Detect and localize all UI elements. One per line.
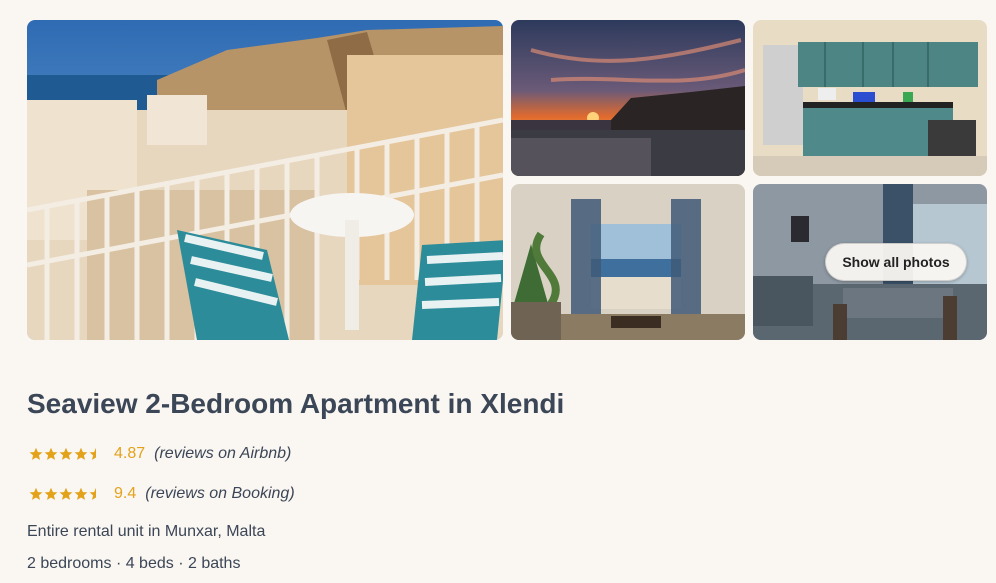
star-rating-icon <box>29 445 103 463</box>
star-icon-full <box>74 447 88 460</box>
rating-booking: 9.4 (reviews on Booking) <box>29 485 295 503</box>
unit-specs: 2 bedrooms · 4 beds · 2 baths <box>27 555 241 572</box>
photo-balcony-seaview[interactable] <box>27 20 503 340</box>
star-icon-full <box>29 487 43 500</box>
star-icon-half <box>89 487 96 500</box>
rating-score: 9.4 <box>114 485 137 502</box>
stars-svg <box>29 447 96 460</box>
star-icon-full <box>29 447 43 460</box>
photo-kitchen[interactable] <box>753 20 987 176</box>
stars-svg <box>29 487 96 500</box>
unit-type: Entire rental unit in Munxar, Malta <box>27 523 266 540</box>
star-icon-full <box>44 487 58 500</box>
photo-living-room[interactable] <box>511 184 745 340</box>
star-icon-full <box>59 447 73 460</box>
star-icon-half <box>89 447 96 460</box>
show-all-photos-button[interactable]: Show all photos <box>825 243 967 281</box>
photo-gallery: Show all photos <box>27 20 987 340</box>
photo-sunset[interactable] <box>511 20 745 176</box>
star-icon-full <box>44 447 58 460</box>
star-rating-icon <box>29 485 103 503</box>
rating-airbnb: 4.87 (reviews on Airbnb) <box>29 445 291 463</box>
photo-dining-room[interactable]: Show all photos <box>753 184 987 340</box>
rating-source-link[interactable]: (reviews on Booking) <box>145 485 294 503</box>
rating-source-link[interactable]: (reviews on Airbnb) <box>154 445 291 463</box>
star-icon-full <box>59 487 73 500</box>
listing-title: Seaview 2-Bedroom Apartment in Xlendi <box>27 388 565 419</box>
star-icon-full <box>74 487 88 500</box>
rating-score: 4.87 <box>114 445 146 462</box>
